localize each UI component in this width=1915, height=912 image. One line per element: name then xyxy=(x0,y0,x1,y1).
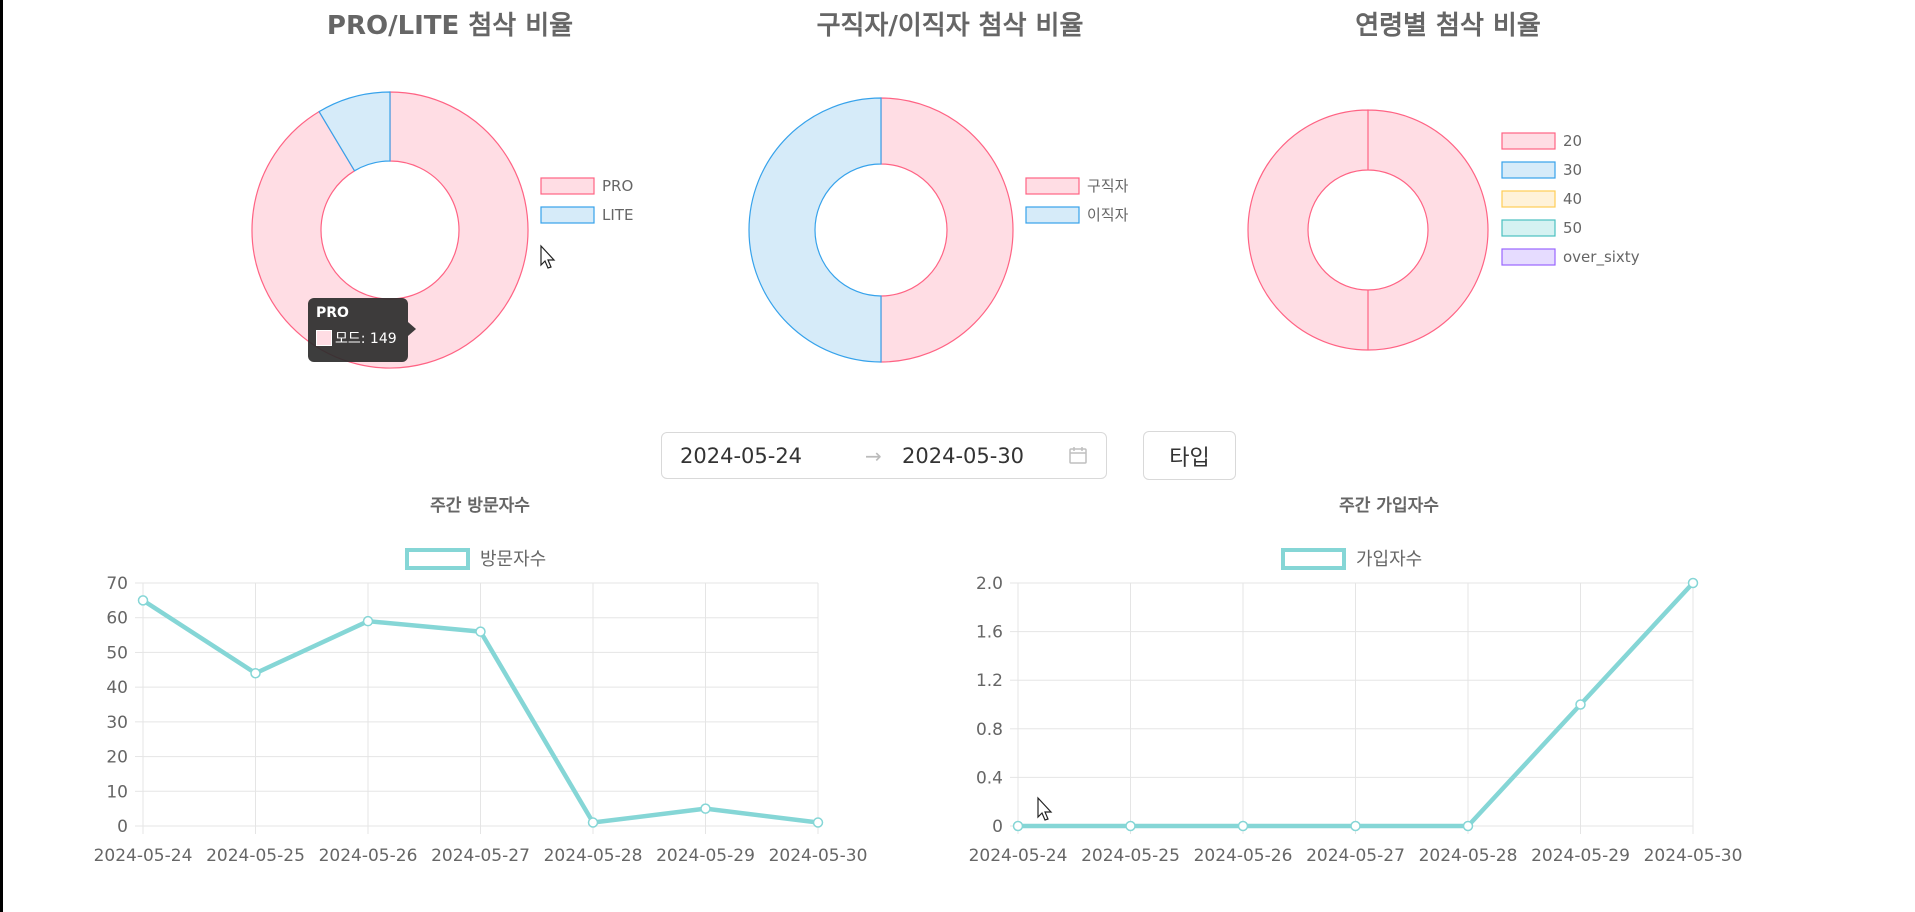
x-tick-label: 2024-05-26 xyxy=(319,846,418,866)
x-tick-label: 2024-05-29 xyxy=(1531,846,1630,866)
pie-slice xyxy=(880,97,1014,363)
legend-swatch xyxy=(1501,219,1556,237)
x-tick-label: 2024-05-27 xyxy=(431,846,530,866)
data-point xyxy=(700,803,711,814)
x-tick-label: 2024-05-30 xyxy=(769,846,868,866)
tooltip-title: PRO xyxy=(316,305,349,321)
x-tick-label: 2024-05-28 xyxy=(544,846,643,866)
y-tick-label: 2.0 xyxy=(976,574,1003,594)
y-tick-label: 0.4 xyxy=(976,768,1003,788)
tooltip-label: 모드: 149 xyxy=(335,331,397,347)
legend-label: 구직자 xyxy=(1087,177,1129,195)
data-point xyxy=(1575,699,1586,710)
legend-swatch xyxy=(1281,548,1346,570)
chart-title: 구직자/이직자 첨삭 비율 xyxy=(817,11,1084,41)
start-date-input[interactable]: 2024-05-24 xyxy=(680,444,865,468)
legend-label: 이직자 xyxy=(1087,206,1129,224)
legend-swatch xyxy=(1501,190,1556,208)
legend-label: LITE xyxy=(602,206,633,224)
data-point xyxy=(475,626,486,637)
data-point xyxy=(1237,820,1249,832)
chart-title: 연령별 첨삭 비율 xyxy=(1355,11,1541,41)
legend-swatch xyxy=(1025,206,1080,224)
legend-swatch xyxy=(1501,248,1556,266)
chart-title: 주간 방문자수 xyxy=(430,496,530,516)
chart-title: PRO/LITE 첨삭 비율 xyxy=(327,11,573,41)
data-point xyxy=(250,668,261,679)
data-point xyxy=(137,595,149,606)
range-arrow-icon: → xyxy=(865,443,882,468)
x-tick-label: 2024-05-27 xyxy=(1306,846,1405,866)
data-point xyxy=(1687,577,1699,589)
legend-swatch xyxy=(540,206,595,224)
legend-swatch xyxy=(405,548,470,570)
legend-swatch xyxy=(1501,161,1556,179)
type-button[interactable]: 타입 xyxy=(1143,431,1236,480)
legend-label: 50 xyxy=(1563,219,1582,237)
calendar-icon[interactable] xyxy=(1068,445,1088,465)
data-point xyxy=(1125,820,1136,832)
x-tick-label: 2024-05-25 xyxy=(206,846,305,866)
chart-title: 주간 가입자수 xyxy=(1339,496,1439,516)
legend-label: PRO xyxy=(602,177,633,195)
y-tick-label: 20 xyxy=(106,748,128,768)
date-range-picker[interactable]: 2024-05-24 → 2024-05-30 xyxy=(661,432,1107,479)
y-tick-label: 40 xyxy=(106,678,128,698)
x-tick-label: 2024-05-24 xyxy=(94,846,193,866)
pie-slice xyxy=(1247,109,1489,351)
data-point xyxy=(1462,820,1474,832)
chart-tooltip: PRO 모드: 149 xyxy=(308,298,416,362)
filter-toolbar: 2024-05-24 → 2024-05-30 타입 xyxy=(661,431,1236,480)
y-tick-label: 50 xyxy=(106,643,128,663)
legend-swatch xyxy=(1501,132,1556,150)
y-tick-label: 10 xyxy=(106,782,128,802)
y-tick-label: 70 xyxy=(106,574,128,594)
y-tick-label: 60 xyxy=(106,609,128,629)
legend-label: 40 xyxy=(1563,190,1582,208)
x-tick-label: 2024-05-30 xyxy=(1644,846,1743,866)
x-tick-label: 2024-05-24 xyxy=(969,846,1068,866)
legend-label: 30 xyxy=(1563,161,1582,179)
y-tick-label: 1.2 xyxy=(976,671,1003,691)
data-point xyxy=(812,817,824,828)
data-point xyxy=(362,615,374,627)
legend-swatch xyxy=(1025,177,1080,195)
x-tick-label: 2024-05-26 xyxy=(1194,846,1293,866)
y-tick-label: 0 xyxy=(992,817,1003,837)
data-point xyxy=(587,817,599,828)
legend-label: 방문자수 xyxy=(480,549,546,570)
end-date-input[interactable]: 2024-05-30 xyxy=(902,444,1062,468)
x-tick-label: 2024-05-25 xyxy=(1081,846,1180,866)
pie-slice xyxy=(748,97,882,363)
legend-label: over_sixty xyxy=(1563,248,1640,267)
x-tick-label: 2024-05-28 xyxy=(1419,846,1518,866)
legend-label: 20 xyxy=(1563,132,1582,150)
x-tick-label: 2024-05-29 xyxy=(656,846,755,866)
y-tick-label: 1.6 xyxy=(976,623,1003,643)
legend-swatch xyxy=(540,177,595,195)
data-point xyxy=(1012,820,1024,832)
y-tick-label: 30 xyxy=(106,713,128,733)
tooltip-swatch xyxy=(316,330,332,346)
y-tick-label: 0 xyxy=(117,817,128,837)
data-point xyxy=(1350,820,1361,832)
y-tick-label: 0.8 xyxy=(976,720,1003,740)
legend-label: 가입자수 xyxy=(1356,549,1422,570)
